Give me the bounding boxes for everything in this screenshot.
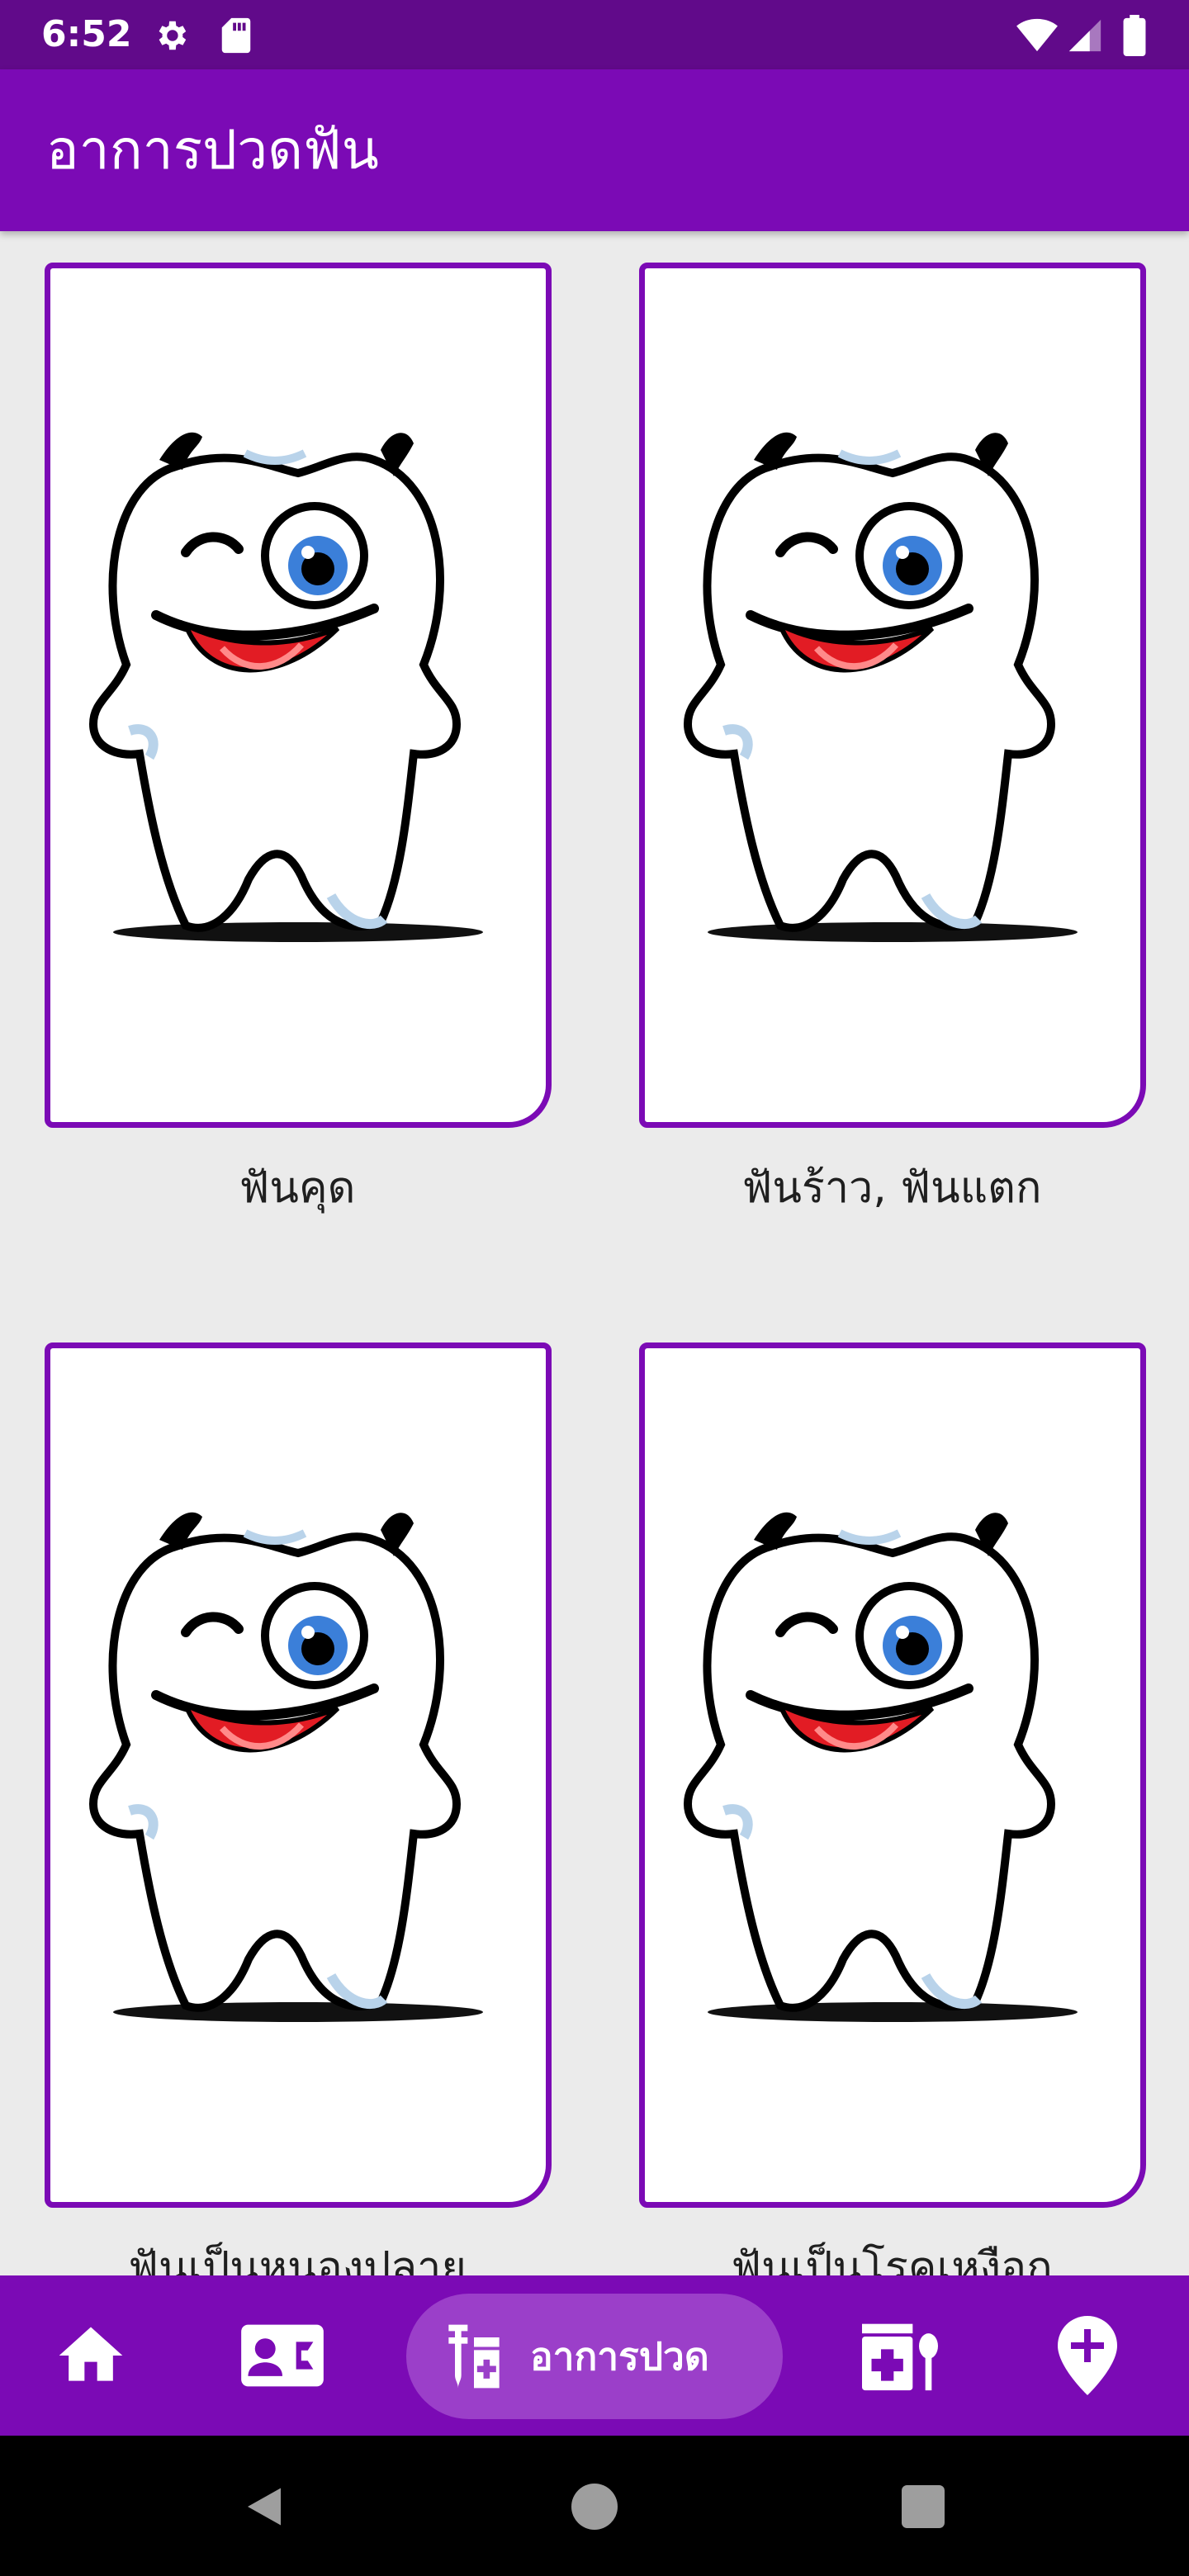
card-label[interactable]: ฟันร้าว, ฟันแตก [594, 1159, 1189, 1217]
nav-symptoms-label: อาการปวด [530, 2333, 709, 2379]
card-abscess-tooth[interactable] [45, 1342, 552, 2208]
nav-location[interactable] [1042, 2275, 1133, 2436]
contact-card-icon [241, 2324, 324, 2387]
recents-icon[interactable] [902, 2485, 945, 2528]
sd-card-icon [221, 17, 251, 54]
tooth-mascot-image [83, 1480, 513, 2042]
status-bar: 6:52 [0, 0, 1189, 69]
gear-icon [159, 21, 187, 50]
card-label[interactable]: ฟันคุด [0, 1159, 594, 1217]
location-pin-icon [1058, 2316, 1117, 2395]
home-button-icon[interactable] [571, 2484, 618, 2530]
status-time: 6:52 [41, 13, 132, 55]
back-icon[interactable] [239, 2482, 289, 2531]
bottom-navigation: อาการปวด [0, 2275, 1189, 2436]
card-label[interactable]: ฟันเป็นโรคเหงือก [594, 2239, 1189, 2275]
tooth-mascot-image [678, 1480, 1107, 2042]
signal-icon [1068, 19, 1101, 52]
nav-home[interactable] [36, 2275, 145, 2436]
page-title: อาการปวดฟัน [46, 118, 379, 182]
card-label[interactable]: ฟันเป็นหนองปลาย [0, 2239, 594, 2275]
system-navigation-bar [0, 2436, 1189, 2576]
nav-medical-kit[interactable] [850, 2275, 950, 2436]
battery-icon [1123, 15, 1146, 56]
medicine-icon [448, 2324, 500, 2389]
nav-symptoms[interactable]: อาการปวด [406, 2294, 783, 2419]
card-impacted-tooth[interactable] [45, 263, 552, 1128]
app-bar: อาการปวดฟัน [0, 69, 1189, 231]
tooth-mascot-image [678, 400, 1107, 962]
wifi-icon [1016, 18, 1058, 52]
card-gum-disease[interactable] [639, 1342, 1146, 2208]
card-cracked-tooth[interactable] [639, 263, 1146, 1128]
symptom-grid[interactable]: ฟันคุด ฟันร้าว, ฟันแตก ฟันเป็นหนองปลาย ฟ… [0, 231, 1189, 2275]
medical-kit-icon [862, 2323, 938, 2391]
home-icon [59, 2327, 123, 2381]
nav-contacts[interactable] [228, 2275, 337, 2436]
tooth-mascot-image [83, 400, 513, 962]
